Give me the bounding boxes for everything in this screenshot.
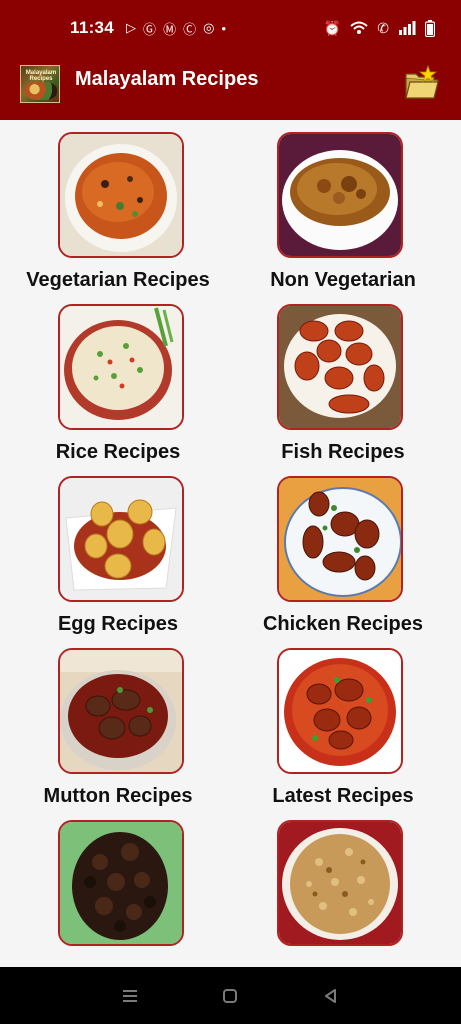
recents-icon[interactable] xyxy=(115,988,145,1004)
chicken-image[interactable] xyxy=(277,476,403,602)
app-title: Malayalam Recipes xyxy=(75,68,259,90)
m-icon: Ⓜ xyxy=(163,21,177,37)
app-logo: Malayalam Recipes xyxy=(20,65,60,103)
mutton-image[interactable] xyxy=(58,648,184,774)
app-bar: Malayalam Recipes Malayalam Recipes xyxy=(0,56,461,120)
category-label[interactable]: Fish Recipes xyxy=(228,441,458,464)
messenger-icon: ◎ xyxy=(203,20,215,35)
category-label[interactable]: Vegetarian Recipes xyxy=(3,269,233,292)
back-icon[interactable] xyxy=(316,988,346,1004)
c-icon: Ⓒ xyxy=(183,21,197,37)
beef-image[interactable] xyxy=(58,820,184,946)
category-tile-rice[interactable]: Rice Recipes xyxy=(3,292,233,464)
logo-food-image xyxy=(25,82,57,100)
call-icon: ✆ xyxy=(377,19,389,36)
latest-image[interactable] xyxy=(277,648,403,774)
category-tile-beef[interactable] xyxy=(3,808,233,967)
fish-image[interactable] xyxy=(277,304,403,430)
category-label[interactable]: Rice Recipes xyxy=(3,441,233,464)
system-nav-bar xyxy=(0,967,461,1024)
g-icon: Ⓖ xyxy=(143,21,157,37)
category-label[interactable]: Chicken Recipes xyxy=(228,613,458,636)
category-tile-vegetarian[interactable]: Vegetarian Recipes xyxy=(3,120,233,292)
category-tile-non-vegetarian[interactable]: Non Vegetarian xyxy=(228,120,458,292)
battery-icon xyxy=(425,19,435,37)
category-label[interactable]: Latest Recipes xyxy=(228,785,458,808)
biryani-image[interactable] xyxy=(277,820,403,946)
egg-image[interactable] xyxy=(58,476,184,602)
category-tile-biryani[interactable] xyxy=(228,808,458,967)
category-label[interactable]: Non Vegetarian xyxy=(228,269,458,292)
category-label[interactable]: Egg Recipes xyxy=(3,613,233,636)
signal-icon xyxy=(399,21,416,35)
category-tile-latest[interactable]: Latest Recipes xyxy=(228,636,458,808)
status-bar: 11:34 ▷ Ⓖ Ⓜ Ⓒ ◎ • ⏰ ✆ xyxy=(0,0,461,56)
system-icons: ⏰ ✆ xyxy=(323,19,435,37)
category-label[interactable]: Mutton Recipes xyxy=(3,785,233,808)
category-tile-egg[interactable]: Egg Recipes xyxy=(3,464,233,636)
category-tile-mutton[interactable]: Mutton Recipes xyxy=(3,636,233,808)
home-icon[interactable] xyxy=(215,988,245,1004)
rice-image[interactable] xyxy=(58,304,184,430)
category-grid: Vegetarian Recipes Non Vegetarian Rice R… xyxy=(0,120,461,967)
app-logo-text: Malayalam Recipes xyxy=(25,70,57,82)
alarm-icon: ⏰ xyxy=(323,19,342,36)
notification-icons: ▷ Ⓖ Ⓜ Ⓒ ◎ • xyxy=(126,19,226,38)
category-tile-fish[interactable]: Fish Recipes xyxy=(228,292,458,464)
dot-icon: • xyxy=(221,20,226,36)
non-veg-image[interactable] xyxy=(277,132,403,258)
folder-icon[interactable] xyxy=(404,64,440,102)
play-icon: ▷ xyxy=(126,20,137,35)
status-time: 11:34 xyxy=(70,18,115,37)
vegetarian-image[interactable] xyxy=(58,132,184,258)
category-tile-chicken[interactable]: Chicken Recipes xyxy=(228,464,458,636)
wifi-icon xyxy=(350,21,368,34)
